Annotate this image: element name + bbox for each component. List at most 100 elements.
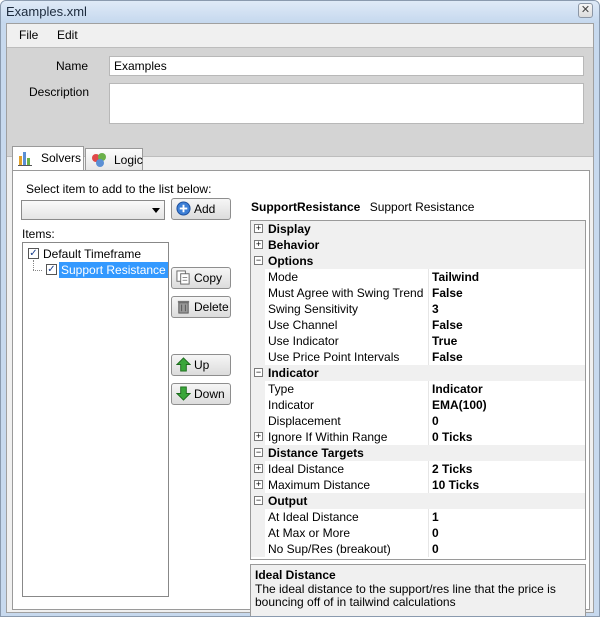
category-distance-targets[interactable]: − Distance Targets bbox=[251, 445, 585, 461]
collapse-icon[interactable]: − bbox=[254, 496, 263, 505]
expand-icon[interactable]: + bbox=[254, 464, 263, 473]
property-row-swing-sensitivity[interactable]: Swing Sensitivity 3 bbox=[251, 301, 585, 317]
property-name: Indicator bbox=[268, 366, 319, 380]
property-value[interactable]: 0 Ticks bbox=[432, 430, 472, 444]
property-value[interactable]: True bbox=[432, 334, 457, 348]
up-button[interactable]: Up bbox=[171, 354, 231, 376]
category-indicator[interactable]: − Indicator bbox=[251, 365, 585, 381]
row-gutter bbox=[251, 349, 265, 365]
property-value[interactable]: 1 bbox=[432, 510, 439, 524]
column-separator bbox=[428, 477, 429, 493]
property-value[interactable]: Tailwind bbox=[432, 270, 479, 284]
tab-solvers[interactable]: Solvers bbox=[12, 146, 84, 170]
property-value[interactable]: 0 bbox=[432, 542, 439, 556]
header-panel: Name Description bbox=[7, 47, 593, 157]
property-name: Ignore If Within Range bbox=[268, 430, 388, 444]
trash-icon bbox=[177, 300, 190, 314]
property-value[interactable]: 3 bbox=[432, 302, 439, 316]
tree-item-support-resistance[interactable]: ✓ Support Resistance bbox=[43, 262, 169, 278]
description-input[interactable] bbox=[109, 83, 584, 124]
items-tree[interactable]: ✓ Default Timeframe ✓ Support Resistance bbox=[22, 242, 169, 597]
property-row-at-ideal-distance[interactable]: At Ideal Distance 1 bbox=[251, 509, 585, 525]
category-behavior[interactable]: + Behavior bbox=[251, 237, 585, 253]
property-value[interactable]: 0 bbox=[432, 414, 439, 428]
property-name: Swing Sensitivity bbox=[268, 302, 359, 316]
menu-bar: File Edit bbox=[7, 24, 593, 46]
property-value[interactable]: EMA(100) bbox=[432, 398, 487, 412]
close-button[interactable]: ✕ bbox=[578, 3, 593, 18]
expand-icon[interactable]: + bbox=[254, 432, 263, 441]
name-input[interactable] bbox=[109, 56, 584, 76]
expand-icon[interactable]: + bbox=[254, 480, 263, 489]
delete-button[interactable]: Delete bbox=[171, 296, 231, 318]
category-output[interactable]: − Output bbox=[251, 493, 585, 509]
property-row-ignore-if-within-range[interactable]: + Ignore If Within Range 0 Ticks bbox=[251, 429, 585, 445]
bar-chart-icon bbox=[18, 152, 32, 166]
property-value[interactable]: 2 Ticks bbox=[432, 462, 472, 476]
collapse-icon[interactable]: − bbox=[254, 368, 263, 377]
column-separator bbox=[428, 397, 429, 413]
property-row-type[interactable]: Type Indicator bbox=[251, 381, 585, 397]
property-value[interactable]: False bbox=[432, 350, 463, 364]
property-name: Output bbox=[268, 494, 308, 508]
column-separator bbox=[428, 269, 429, 285]
property-value[interactable]: False bbox=[432, 286, 463, 300]
property-name: Options bbox=[268, 254, 314, 268]
property-grid[interactable]: + Display + Behavior − Options Mode Tailwind Mus… bbox=[250, 220, 586, 560]
property-name: Use Channel bbox=[268, 318, 338, 332]
arrow-down-icon bbox=[176, 386, 191, 401]
expand-icon[interactable]: + bbox=[254, 224, 263, 233]
category-options[interactable]: − Options bbox=[251, 253, 585, 269]
add-button-label: Add bbox=[194, 202, 216, 216]
property-name: Behavior bbox=[268, 238, 320, 252]
expand-icon[interactable]: + bbox=[254, 240, 263, 249]
property-name: Ideal Distance bbox=[268, 462, 345, 476]
property-row-indicator[interactable]: Indicator EMA(100) bbox=[251, 397, 585, 413]
support-resistance-checkbox[interactable]: ✓ bbox=[46, 264, 57, 275]
property-row-mode[interactable]: Mode Tailwind bbox=[251, 269, 585, 285]
property-value[interactable]: False bbox=[432, 318, 463, 332]
property-row-maximum-distance[interactable]: + Maximum Distance 10 Ticks bbox=[251, 477, 585, 493]
property-value[interactable]: 0 bbox=[432, 526, 439, 540]
property-row-use-indicator[interactable]: Use Indicator True bbox=[251, 333, 585, 349]
solver-combo[interactable] bbox=[21, 200, 165, 220]
property-name: Type bbox=[268, 382, 295, 396]
property-row-use-channel[interactable]: Use Channel False bbox=[251, 317, 585, 333]
tree-item-default-timeframe[interactable]: ✓ Default Timeframe bbox=[25, 246, 165, 262]
delete-button-label: Delete bbox=[194, 300, 229, 314]
column-separator bbox=[428, 509, 429, 525]
default-timeframe-checkbox[interactable]: ✓ bbox=[28, 248, 39, 259]
menu-edit[interactable]: Edit bbox=[57, 28, 78, 42]
tab-logic-label: Logic bbox=[114, 153, 143, 167]
column-separator bbox=[428, 301, 429, 317]
property-value[interactable]: Indicator bbox=[432, 382, 483, 396]
property-value[interactable]: 10 Ticks bbox=[432, 478, 479, 492]
column-separator bbox=[428, 525, 429, 541]
property-name: Use Indicator bbox=[268, 334, 339, 348]
client-area: File Edit Name Description Solvers bbox=[6, 23, 594, 616]
property-name: At Max or More bbox=[268, 526, 351, 540]
collapse-icon[interactable]: − bbox=[254, 256, 263, 265]
copy-button[interactable]: Copy bbox=[171, 267, 231, 289]
menu-file[interactable]: File bbox=[19, 28, 38, 42]
tab-logic[interactable]: Logic bbox=[85, 148, 143, 170]
row-gutter bbox=[251, 269, 265, 285]
category-display[interactable]: + Display bbox=[251, 221, 585, 237]
description-title: Ideal Distance bbox=[255, 568, 336, 582]
property-row-no-sup-res-breakout[interactable]: No Sup/Res (breakout) 0 bbox=[251, 541, 585, 557]
property-header: SupportResistance Support Resistance bbox=[251, 200, 474, 214]
column-separator bbox=[428, 541, 429, 557]
property-row-use-price-point-intervals[interactable]: Use Price Point Intervals False bbox=[251, 349, 585, 365]
name-label: Name bbox=[56, 59, 89, 73]
default-timeframe-label: Default Timeframe bbox=[43, 247, 142, 261]
column-separator bbox=[428, 461, 429, 477]
down-button[interactable]: Down bbox=[171, 383, 231, 405]
property-row-displacement[interactable]: Displacement 0 bbox=[251, 413, 585, 429]
property-row-ideal-distance[interactable]: + Ideal Distance 2 Ticks bbox=[251, 461, 585, 477]
arrow-up-icon bbox=[176, 357, 191, 372]
property-row-must-agree-with-swing-trend[interactable]: Must Agree with Swing Trend False bbox=[251, 285, 585, 301]
add-button[interactable]: Add bbox=[171, 198, 231, 220]
property-row-at-max-or-more[interactable]: At Max or More 0 bbox=[251, 525, 585, 541]
collapse-icon[interactable]: − bbox=[254, 448, 263, 457]
row-gutter bbox=[251, 541, 265, 557]
